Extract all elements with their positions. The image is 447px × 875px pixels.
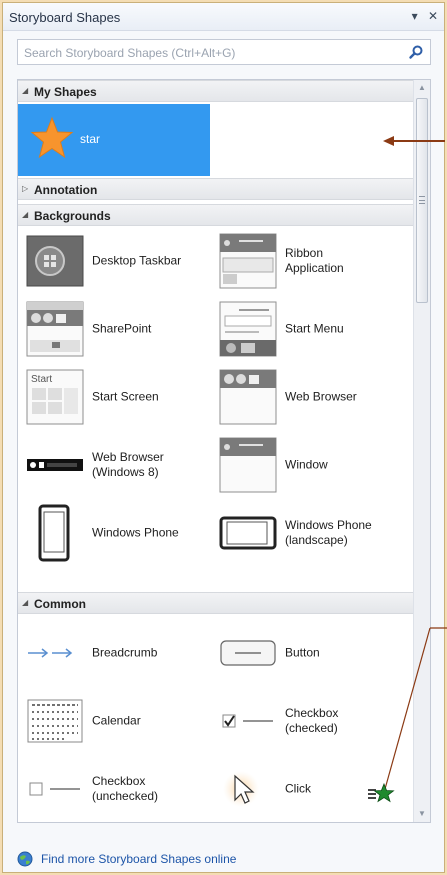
desktop-taskbar-thumbnail [26, 235, 84, 287]
scroll-down-arrow-icon[interactable]: ▼ [414, 806, 430, 822]
shape-item-click[interactable]: Click [219, 760, 409, 818]
shape-item-desktop-taskbar[interactable]: Desktop Taskbar [26, 232, 216, 290]
ribbon-application-thumbnail [219, 233, 277, 289]
pointer-cursor-icon [223, 771, 259, 807]
shape-label: Checkbox (checked) [285, 706, 339, 735]
star-icon [30, 116, 74, 159]
shape-item-web-browser[interactable]: Web Browser [219, 368, 409, 426]
shape-label: Breadcrumb [92, 645, 158, 660]
shape-item-button[interactable]: Button [219, 624, 409, 682]
search-icon[interactable] [408, 44, 424, 60]
section-label: Common [34, 597, 86, 611]
breadcrumb-thumbnail [28, 648, 73, 658]
windows-phone-landscape-thumbnail [219, 516, 277, 550]
section-header-common[interactable]: ◢ Common [18, 592, 414, 614]
scroll-grip-icon [419, 196, 425, 204]
shape-label: star [80, 132, 101, 146]
shape-item-star[interactable]: star [18, 104, 210, 176]
shape-label: Calendar [92, 713, 141, 728]
shape-label: Web Browser [285, 389, 357, 404]
sharepoint-thumbnail [26, 301, 84, 357]
shape-item-window[interactable]: Window [219, 436, 409, 494]
button-thumbnail [220, 640, 276, 666]
search-box [17, 39, 431, 65]
collapsed-arrow-icon: ▷ [22, 184, 29, 193]
shape-item-start-screen[interactable]: Start Start Screen [26, 368, 216, 426]
shape-label: Start Menu [285, 321, 344, 336]
shape-label: Button [285, 645, 320, 660]
section-header-backgrounds[interactable]: ◢ Backgrounds [18, 204, 414, 226]
section-label: Annotation [34, 183, 98, 197]
shape-label: Start Screen [92, 389, 159, 404]
shape-label: Web Browser (Windows 8) [92, 450, 164, 479]
shape-label: Click [285, 781, 311, 796]
shape-label: Windows Phone (landscape) [285, 518, 372, 547]
shape-item-sharepoint[interactable]: SharePoint [26, 300, 216, 358]
shape-item-breadcrumb[interactable]: Breadcrumb [26, 624, 216, 682]
section-header-my-shapes[interactable]: ◢ My Shapes [18, 80, 414, 102]
shape-item-checkbox-unchecked[interactable]: Checkbox (unchecked) [26, 760, 216, 818]
vertical-scrollbar[interactable]: ▲ ▼ [413, 80, 430, 822]
pane-title-bar: Storyboard Shapes ▾ ✕ [3, 3, 444, 31]
scroll-thumb[interactable] [416, 98, 428, 303]
section-header-annotation[interactable]: ▷ Annotation [18, 178, 414, 200]
scroll-up-arrow-icon[interactable]: ▲ [414, 80, 430, 96]
start-screen-thumbnail-text: Start [31, 374, 53, 385]
shape-item-checkbox-checked[interactable]: Checkbox (checked) [219, 692, 409, 750]
calendar-thumbnail [27, 699, 83, 743]
shape-item-start-menu[interactable]: Start Menu [219, 300, 409, 358]
shape-label: Checkbox (unchecked) [92, 774, 159, 803]
shape-label: SharePoint [92, 321, 152, 336]
shape-item-web-browser-windows-8[interactable]: Web Browser (Windows 8) [26, 436, 216, 494]
expanded-arrow-icon: ◢ [22, 598, 29, 607]
web-browser-windows-8-thumbnail [27, 459, 83, 471]
pane-controls: ▾ ✕ [405, 9, 438, 23]
expanded-arrow-icon: ◢ [22, 86, 29, 95]
shape-item-ribbon-application[interactable]: Ribbon Application [219, 232, 409, 290]
pane-close-icon[interactable]: ✕ [428, 9, 438, 23]
pane-title: Storyboard Shapes [9, 10, 121, 25]
shapes-list-content: ◢ My Shapes star ▷ Annotation ◢ Backgrou… [18, 80, 414, 822]
shape-item-windows-phone[interactable]: Windows Phone [26, 504, 216, 562]
section-label: Backgrounds [34, 209, 111, 223]
shape-label: Desktop Taskbar [92, 253, 182, 268]
search-input[interactable] [24, 44, 394, 62]
window-thumbnail [219, 437, 277, 493]
pane-dropdown-icon[interactable]: ▾ [412, 9, 418, 23]
storyboard-shapes-pane: Storyboard Shapes ▾ ✕ ◢ My Shapes star [2, 2, 445, 873]
start-menu-thumbnail [219, 301, 277, 357]
web-browser-thumbnail [219, 369, 277, 425]
find-more-shapes-link-text: Find more Storyboard Shapes online [41, 852, 237, 866]
expanded-arrow-icon: ◢ [22, 210, 29, 219]
shape-label: Window [285, 457, 328, 472]
section-label: My Shapes [34, 85, 97, 99]
shape-label: Ribbon Application [285, 246, 344, 275]
windows-phone-thumbnail [38, 504, 70, 562]
shape-item-windows-phone-landscape[interactable]: Windows Phone (landscape) [219, 504, 409, 562]
shape-label: Windows Phone [92, 525, 179, 540]
globe-icon [17, 851, 33, 867]
checkbox-checked-thumbnail [222, 714, 273, 728]
checkbox-unchecked-thumbnail [29, 782, 80, 796]
shape-item-calendar[interactable]: Calendar [26, 692, 216, 750]
shapes-list[interactable]: ◢ My Shapes star ▷ Annotation ◢ Backgrou… [17, 79, 431, 823]
